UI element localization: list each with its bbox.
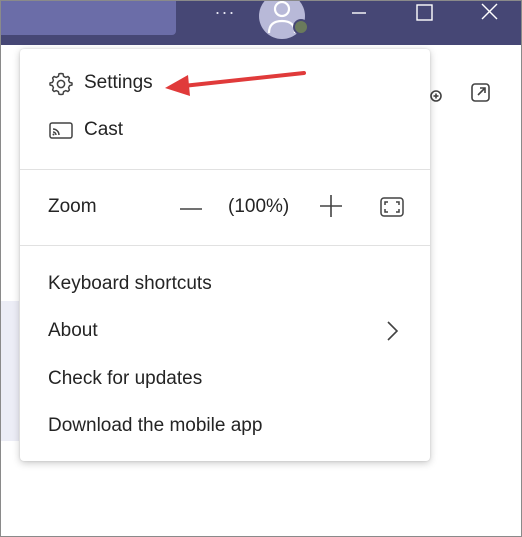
menu-item-check-for-updates[interactable]: Check for updates	[20, 357, 430, 401]
cast-icon	[49, 122, 73, 139]
zoom-level: (100%)	[228, 196, 290, 217]
download-mobile-app-label: Download the mobile app	[48, 415, 263, 436]
close-button[interactable]	[469, 1, 509, 29]
divider	[20, 245, 430, 246]
search-bar[interactable]	[1, 1, 176, 35]
gear-icon	[49, 72, 73, 96]
menu-item-download-mobile-app[interactable]: Download the mobile app	[20, 404, 430, 448]
settings-and-more-menu: Settings Cast Zoom (100%) Keyboard short…	[20, 49, 430, 461]
zoom-in-button[interactable]	[318, 193, 344, 219]
chevron-right-icon	[387, 321, 399, 341]
fullscreen-icon	[380, 197, 404, 217]
app-window: ··· Settings Cast Zoom (100%) Keyboard s…	[0, 0, 522, 537]
cast-label: Cast	[84, 119, 124, 140]
maximize-button[interactable]	[405, 1, 445, 29]
pop-out-button[interactable]	[469, 81, 493, 105]
presence-status-badge	[293, 19, 309, 35]
settings-label: Settings	[84, 72, 153, 93]
menu-item-cast[interactable]: Cast	[20, 108, 430, 152]
menu-item-keyboard-shortcuts[interactable]: Keyboard shortcuts	[20, 262, 430, 306]
title-bar: ···	[1, 1, 521, 45]
background-panel	[1, 301, 19, 441]
menu-item-about[interactable]: About	[20, 309, 430, 353]
zoom-out-button[interactable]	[178, 196, 204, 222]
more-icon: ···	[214, 2, 236, 22]
minimize-icon	[352, 12, 366, 14]
minimize-button[interactable]	[339, 1, 379, 29]
zoom-label: Zoom	[48, 196, 97, 217]
maximize-icon	[416, 4, 433, 21]
close-icon	[481, 3, 498, 20]
divider	[20, 169, 430, 170]
more-options-button[interactable]: ···	[211, 2, 239, 25]
annotation-arrow-icon	[165, 71, 306, 96]
menu-item-zoom: Zoom (100%)	[20, 185, 430, 229]
fullscreen-button[interactable]	[379, 194, 405, 220]
pop-out-icon	[471, 83, 490, 102]
about-label: About	[48, 320, 98, 341]
plus-icon	[320, 195, 342, 217]
check-for-updates-label: Check for updates	[48, 368, 203, 389]
keyboard-shortcuts-label: Keyboard shortcuts	[48, 273, 212, 294]
